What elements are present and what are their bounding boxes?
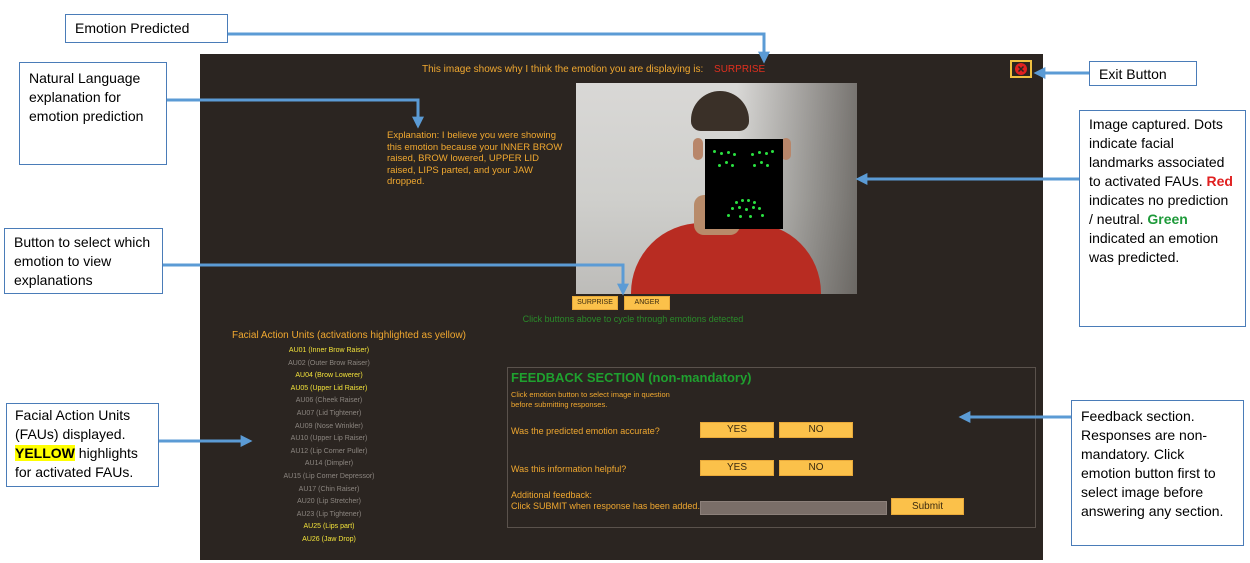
arrow-emotion-predicted [228, 32, 770, 64]
arrow-explanation [167, 98, 424, 129]
annotation-arrows [159, 32, 1089, 447]
arrow-emotion-buttons [163, 263, 629, 296]
